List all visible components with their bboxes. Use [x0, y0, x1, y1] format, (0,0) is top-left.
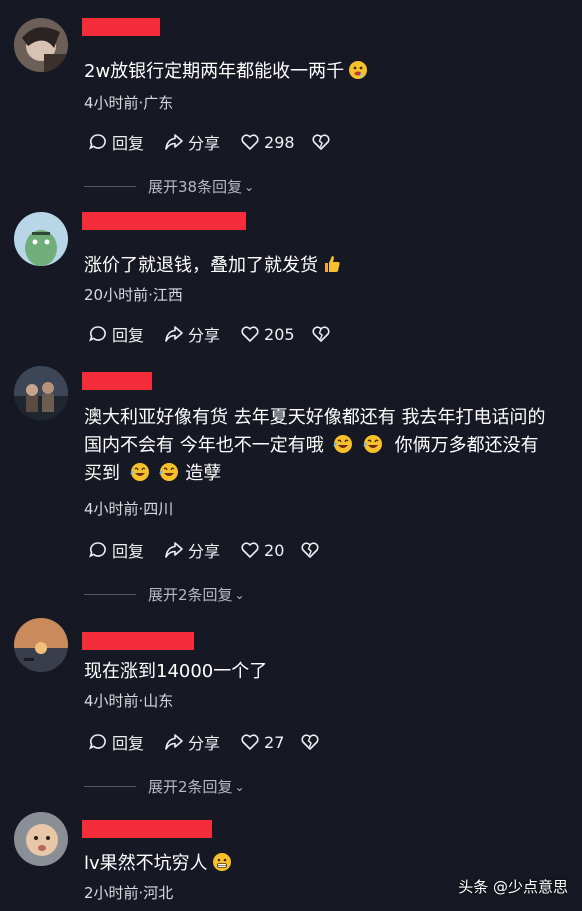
reply-button[interactable]: 回复: [88, 130, 144, 154]
reply-icon: [89, 326, 106, 342]
like-count: 20: [264, 540, 285, 560]
comment-actions: 回复 分享 205: [88, 322, 355, 346]
heart-icon: [241, 326, 259, 342]
dislike-button[interactable]: [300, 732, 324, 752]
dislike-button[interactable]: [300, 540, 324, 560]
dislike-button[interactable]: [311, 132, 335, 152]
chevron-down-icon: ⌄: [234, 779, 245, 794]
comment-list: 2w放银行定期两年都能收一两千 4小时前·广东 回复 分享 298 展开38条回…: [0, 0, 582, 911]
comment-meta: 4小时前·山东: [84, 692, 174, 710]
broken-heart-icon: [301, 734, 319, 750]
heart-icon: [241, 734, 259, 750]
watermark: 头条 @少点意思: [458, 878, 568, 896]
username-redacted[interactable]: [82, 212, 246, 230]
broken-heart-icon: [312, 134, 330, 150]
share-button[interactable]: 分享: [164, 538, 220, 562]
rolling-laughing-icon: [129, 463, 149, 481]
like-count: 298: [264, 132, 295, 152]
share-icon: [165, 326, 183, 342]
avatar[interactable]: [14, 812, 68, 866]
expand-replies[interactable]: 展开2条回复 ⌄: [84, 584, 245, 605]
username-redacted[interactable]: [82, 632, 194, 650]
avatar[interactable]: [14, 212, 68, 266]
chevron-down-icon: ⌄: [234, 587, 245, 602]
comment-text: 澳大利亚好像有货 去年夏天好像都还有 我去年打电话问的 国内不会有 今年也不一定…: [84, 407, 546, 484]
comment-meta: 4小时前·四川: [84, 500, 174, 518]
comment-meta: 4小时前·广东: [84, 94, 174, 112]
username-redacted[interactable]: [82, 820, 212, 838]
comment-meta: 20小时前·江西: [84, 286, 183, 304]
username-redacted[interactable]: [82, 18, 160, 36]
username-redacted[interactable]: [82, 372, 152, 390]
comment-text: lv果然不坑穷人: [84, 850, 572, 878]
like-button[interactable]: 27: [240, 732, 284, 752]
like-button[interactable]: 205: [240, 324, 295, 344]
comment-text: 涨价了就退钱，叠加了就发货: [84, 252, 572, 280]
comment-text: 2w放银行定期两年都能收一两千: [84, 58, 572, 86]
like-button[interactable]: 298: [240, 132, 295, 152]
expand-replies[interactable]: 展开2条回复 ⌄: [84, 776, 245, 797]
share-icon: [165, 542, 183, 558]
reply-button[interactable]: 回复: [88, 730, 144, 754]
reply-icon: [89, 134, 106, 150]
rolling-laughing-icon: [159, 463, 179, 481]
comment-meta: 2小时前·河北: [84, 884, 174, 902]
avatar[interactable]: [14, 18, 68, 72]
like-button[interactable]: 20: [240, 540, 284, 560]
like-count: 205: [264, 324, 295, 344]
avatar[interactable]: [14, 618, 68, 672]
broken-heart-icon: [301, 542, 319, 558]
divider-line: [84, 186, 136, 187]
reply-icon: [89, 542, 106, 558]
share-icon: [165, 734, 183, 750]
grimace-face-icon: [212, 853, 231, 871]
expand-replies[interactable]: 展开38条回复 ⌄: [84, 176, 254, 197]
heart-icon: [241, 542, 259, 558]
reply-icon: [89, 734, 106, 750]
comment-actions: 回复 分享 20: [88, 538, 344, 562]
comment-actions: 回复 分享 27: [88, 730, 344, 754]
heart-icon: [241, 134, 259, 150]
reply-button[interactable]: 回复: [88, 538, 144, 562]
comment-actions: 回复 分享 298: [88, 130, 355, 154]
chevron-down-icon: ⌄: [244, 179, 255, 194]
like-count: 27: [264, 732, 285, 752]
divider-line: [84, 786, 136, 787]
share-button[interactable]: 分享: [164, 730, 220, 754]
dislike-button[interactable]: [311, 324, 335, 344]
drooling-face-icon: [349, 61, 368, 79]
share-button[interactable]: 分享: [164, 130, 220, 154]
reply-button[interactable]: 回复: [88, 322, 144, 346]
share-button[interactable]: 分享: [164, 322, 220, 346]
broken-heart-icon: [312, 326, 330, 342]
thumbs-up-icon: [325, 256, 340, 272]
divider-line: [84, 594, 136, 595]
avatar[interactable]: [14, 366, 68, 420]
rolling-laughing-icon: [333, 435, 353, 453]
rolling-laughing-icon: [363, 435, 383, 453]
share-icon: [165, 134, 183, 150]
comment-text: 现在涨到14000一个了: [84, 661, 268, 682]
